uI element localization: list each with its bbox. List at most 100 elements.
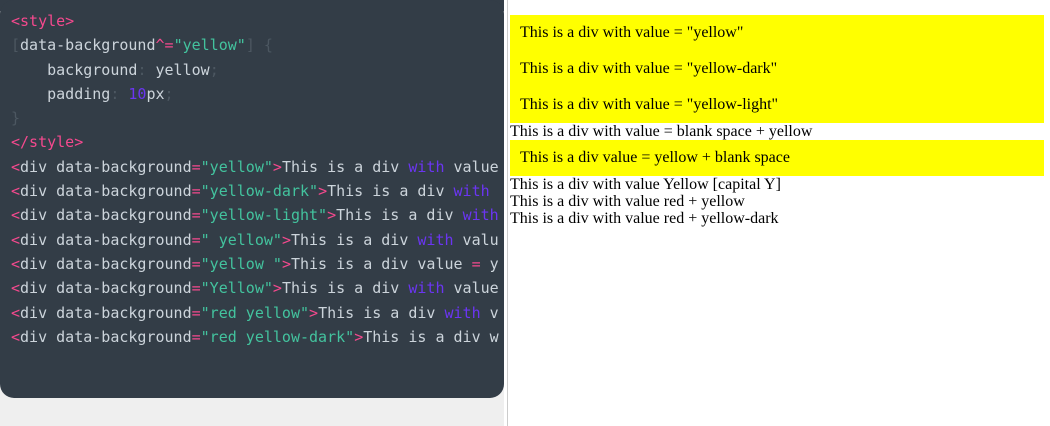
- code-token: "yellow": [174, 36, 246, 54]
- result-item: This is a div with value red + yellow: [510, 193, 1044, 210]
- code-line: }: [11, 106, 504, 130]
- code-line: <div data-background="yellow ">This is a…: [11, 252, 504, 276]
- code-token: =: [192, 231, 201, 249]
- code-token: ] {: [246, 36, 273, 54]
- code-token: [: [11, 36, 20, 54]
- result-item-highlighted: This is a div value = yellow + blank spa…: [510, 140, 1044, 176]
- code-token: with: [454, 182, 490, 200]
- code-token: valu: [454, 231, 499, 249]
- code-token: div data-background: [20, 304, 192, 322]
- code-token: ;: [210, 61, 219, 79]
- code-token: "yellow": [201, 158, 273, 176]
- code-token: div data-background: [20, 182, 192, 200]
- code-token: =: [192, 328, 201, 346]
- code-token: This is a div: [291, 231, 417, 249]
- code-line: <div data-background="Yellow">This is a …: [11, 276, 504, 300]
- code-token: This is a div: [336, 206, 462, 224]
- code-token: with: [408, 158, 444, 176]
- code-token: "yellow-light": [201, 206, 327, 224]
- code-token: =: [192, 279, 201, 297]
- code-token: div data-background: [20, 255, 192, 273]
- code-token: <: [11, 206, 20, 224]
- code-token: >: [318, 182, 327, 200]
- result-item-highlighted: This is a div with value = "yellow": [510, 15, 1044, 51]
- code-token: >: [309, 304, 318, 322]
- code-token: This is a div: [282, 279, 408, 297]
- code-token: value: [445, 158, 499, 176]
- code-token: =: [192, 158, 201, 176]
- code-token: "red yellow": [201, 304, 309, 322]
- code-token: with: [408, 279, 444, 297]
- code-editor[interactable]: <style>[data-background^="yellow"] { bac…: [0, 0, 504, 398]
- code-line: <div data-background="yellow-dark">This …: [11, 179, 504, 203]
- code-token: :: [137, 61, 155, 79]
- code-token: This is a div: [282, 158, 408, 176]
- code-token: ;: [165, 85, 174, 103]
- code-token: =: [192, 206, 201, 224]
- code-token: "Yellow": [201, 279, 273, 297]
- code-token: <: [11, 328, 20, 346]
- code-token: data-background: [20, 36, 155, 54]
- code-token: div data-background: [20, 206, 192, 224]
- code-token: >: [273, 279, 282, 297]
- code-line: </style>: [11, 130, 504, 154]
- code-token: =: [192, 304, 201, 322]
- code-token: div data-background: [20, 158, 192, 176]
- code-token: "yellow-dark": [201, 182, 318, 200]
- code-token: >: [282, 231, 291, 249]
- result-item-highlighted: This is a div with value = "yellow-light…: [510, 87, 1044, 123]
- result-item: This is a div with value Yellow [capital…: [510, 176, 1044, 193]
- code-token: =: [472, 255, 481, 273]
- code-token: v: [481, 304, 499, 322]
- code-token: 10: [128, 85, 146, 103]
- code-token: with: [463, 206, 499, 224]
- code-pane: <style>[data-background^="yellow"] { bac…: [0, 0, 507, 426]
- code-token: =: [192, 255, 201, 273]
- code-token: "red yellow-dark": [201, 328, 355, 346]
- code-token: <: [11, 182, 20, 200]
- code-token: </style>: [11, 133, 83, 151]
- code-token: background: [11, 61, 137, 79]
- code-token: <style>: [11, 12, 74, 30]
- code-token: >: [273, 158, 282, 176]
- code-line: <style>: [11, 9, 504, 33]
- result-item: This is a div with value = blank space +…: [510, 123, 1044, 140]
- code-token: " yellow": [201, 231, 282, 249]
- code-token: >: [327, 206, 336, 224]
- code-token: =: [192, 182, 201, 200]
- code-line: <div data-background="red yellow-dark">T…: [11, 325, 504, 349]
- result-item: This is a div with value red + yellow-da…: [510, 210, 1044, 227]
- code-line: [data-background^="yellow"] {: [11, 33, 504, 57]
- code-token: <: [11, 231, 20, 249]
- code-token: ^=: [156, 36, 174, 54]
- result-pane: This is a div with value = "yellow"This …: [508, 0, 1050, 426]
- code-line: <div data-background="yellow-light">This…: [11, 203, 504, 227]
- code-token: This is a div value: [291, 255, 472, 273]
- code-token: with: [445, 304, 481, 322]
- code-token: px: [146, 85, 164, 103]
- code-token: value: [445, 279, 499, 297]
- code-token: This is a div w: [363, 328, 498, 346]
- code-token: div data-background: [20, 328, 192, 346]
- code-token: :: [110, 85, 128, 103]
- code-token: yellow: [156, 61, 210, 79]
- code-line: <div data-background="red yellow">This i…: [11, 301, 504, 325]
- code-line: background: yellow;: [11, 58, 504, 82]
- code-content: <style>[data-background^="yellow"] { bac…: [11, 9, 504, 349]
- code-token: This is a div: [318, 304, 444, 322]
- code-token: y: [481, 255, 499, 273]
- code-token: div data-background: [20, 279, 192, 297]
- code-token: This is a div: [327, 182, 453, 200]
- code-token: <: [11, 158, 20, 176]
- code-token: >: [282, 255, 291, 273]
- code-line: <div data-background="yellow">This is a …: [11, 155, 504, 179]
- code-token: "yellow ": [201, 255, 282, 273]
- code-token: <: [11, 255, 20, 273]
- code-token: div data-background: [20, 231, 192, 249]
- code-token: >: [354, 328, 363, 346]
- result-item-highlighted: This is a div with value = "yellow-dark": [510, 51, 1044, 87]
- code-token: }: [11, 109, 20, 127]
- code-line: padding: 10px;: [11, 82, 504, 106]
- code-token: padding: [11, 85, 110, 103]
- code-line: <div data-background=" yellow">This is a…: [11, 228, 504, 252]
